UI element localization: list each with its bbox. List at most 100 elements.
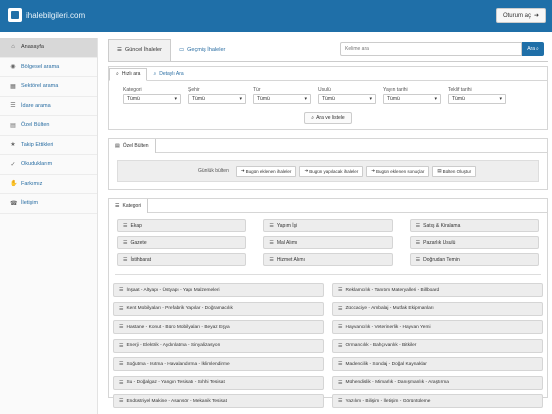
bulten-button-2[interactable]: ➜ Bugün eklenen sonuçlar: [366, 165, 430, 177]
tab-detailed-search[interactable]: ⌕ Detaylı Ara: [147, 67, 189, 80]
category-label: Hizmet Alımı: [276, 256, 305, 263]
phone-icon: ☎: [10, 200, 18, 207]
calendar-icon: ▤: [115, 142, 120, 149]
sidebar-item-0[interactable]: ⌂ Anasayfa: [0, 38, 97, 58]
logo-text: ihalebilgileri.com: [26, 10, 86, 20]
sector-item[interactable]: ☰ Reklamcılık - Tanıtım Materyalleri - Bi…: [332, 283, 543, 297]
filter-select[interactable]: Tümü ▾: [188, 94, 246, 104]
sidebar-item-5[interactable]: ★ Takip Ettikleri: [0, 136, 97, 155]
category-item[interactable]: ☰ Yapım İşi: [263, 219, 393, 232]
sector-item[interactable]: ☰ Enerji - Elektrik - Aydınlatma - Sinyal…: [113, 338, 324, 353]
bulten-button-3[interactable]: ▤ Bülten Oluştur: [432, 165, 477, 177]
sector-item[interactable]: ☰ Mühendislik - Mimarlık - Danışmanlık - …: [332, 375, 543, 390]
sector-item[interactable]: ☰ Züccaciye - Ambalaj - Mutfak Ekipmanlar…: [332, 301, 543, 316]
category-item[interactable]: ☰ Gazete: [117, 236, 247, 249]
sector-item[interactable]: ☰ Hastane - Konut - Büro Mobilyaları - Be…: [113, 320, 324, 334]
sector-item[interactable]: ☰ Soğutma - Isıtma - Havalandırma - İklim…: [113, 357, 324, 371]
tab-category[interactable]: ☰ Kategori: [109, 198, 149, 213]
filter-value: Tümü: [452, 96, 465, 102]
category-item[interactable]: ☰ Satış & Kiralama: [409, 219, 539, 232]
search-mode-tabs: ⌕ Hızlı ara ⌕ Detaylı Ara: [109, 67, 547, 81]
category-label: Gazete: [130, 239, 147, 246]
list-icon: ☰: [338, 305, 343, 312]
sidebar-item-7[interactable]: ✋ Farkımız: [0, 175, 97, 194]
sector-item[interactable]: ☰ Yazılım - Bilişim - İletişim - Görüntül…: [332, 394, 543, 408]
check-icon: ✓: [10, 161, 16, 168]
calendar-icon: ▤: [10, 122, 16, 129]
sector-label: Yazılım - Bilişim - İletişim - Görüntüle…: [345, 398, 431, 404]
tab-quick-search[interactable]: ⌕ Hızlı ara: [109, 67, 148, 81]
sector-item[interactable]: ☰ Kent Mobilyaları - Prefabrik Yapılar - …: [113, 301, 324, 316]
filter-select[interactable]: Tümü ▾: [448, 94, 506, 104]
grid-icon: ▦: [10, 83, 16, 90]
list-icon: ☰: [415, 222, 421, 229]
caret-down-icon: ▾: [369, 96, 372, 102]
list-icon: ☰: [338, 361, 343, 367]
category-label: Doğrudan Temin: [423, 256, 460, 263]
sector-label: İnşaat - Altyapı - Üstyapı - Yapı Malzem…: [126, 287, 220, 293]
filter-select[interactable]: Tümü ▾: [383, 94, 441, 104]
archive-icon: ▭: [178, 46, 185, 53]
sidebar-item-3[interactable]: ☰ İdare arama: [0, 97, 97, 116]
list-icon: ☰: [338, 379, 343, 386]
tab-label: Kategori: [122, 202, 142, 209]
sector-item[interactable]: ☰ Hayvancılık - Veterinerlik - Hayvan Yem…: [332, 320, 543, 334]
tab-bulten[interactable]: ▤ Özel Bülten: [109, 138, 156, 153]
sector-item[interactable]: ☰ Endüstriyel Makine - Asansör - Mekanik …: [113, 394, 324, 408]
sector-label: Madencilik - Sondaj - Doğal Kaynaklar: [345, 361, 427, 367]
category-label: Mal Alımı: [276, 239, 298, 246]
list-icon: ☰: [269, 222, 274, 229]
sidebar-item-1[interactable]: ◉ Bölgesel arama: [0, 58, 97, 77]
category-header: ☰ Kategori: [109, 198, 547, 213]
list-icon: ☰: [415, 239, 421, 246]
filter-value: Tümü: [322, 96, 335, 102]
list-icon: ☰: [269, 239, 274, 246]
list-icon: ☰: [117, 47, 122, 53]
sidebar-item-4[interactable]: ▤ Özel Bülten: [0, 116, 97, 136]
category-item[interactable]: ☰ Ekap: [117, 219, 247, 232]
login-label: Oturum aç: [502, 12, 531, 19]
sector-label: Reklamcılık - Tanıtım Materyalleri - Bil…: [345, 287, 440, 293]
search-button[interactable]: Ara ⌕: [522, 42, 544, 56]
filter-select[interactable]: Tümü ▾: [253, 94, 311, 104]
sector-item[interactable]: ☰ İnşaat - Altyapı - Üstyapı - Yapı Malze…: [113, 283, 324, 297]
sector-item[interactable]: ☰ Ormancılık - Bahçıvanlık - Bitkiler: [332, 338, 543, 353]
tab-current-tenders[interactable]: ☰ Güncel İhaleler: [108, 38, 171, 61]
filter-3: Usulü Tümü ▾: [318, 87, 376, 104]
main-tabs: ☰ Güncel İhaleler ▭ Geçmiş İhaleler Ara …: [108, 38, 548, 62]
map-marker-icon: ◉: [10, 64, 16, 71]
bulten-button-1[interactable]: ➜ Bugün yapılacak ihaleler: [299, 165, 364, 177]
login-button[interactable]: Oturum aç ➜: [495, 8, 546, 23]
sector-grid: ☰ İnşaat - Altyapı - Üstyapı - Yapı Malze…: [109, 275, 547, 408]
sector-item[interactable]: ☰ Su - Doğalgaz - Yangın Tesisatı - Sıhhi…: [113, 375, 324, 390]
sidebar-item-6[interactable]: ✓ Okuduklarım: [0, 155, 97, 175]
filter-label: Tür: [253, 87, 261, 93]
site-logo[interactable]: ihalebilgileri.com: [8, 8, 85, 22]
sidebar-item-8[interactable]: ☎ İletişim: [0, 194, 97, 214]
tab-label: Özel Bülten: [122, 142, 149, 149]
sign-in-icon: ➜: [240, 168, 245, 173]
filter-4: Yayın tarihi Tümü ▾: [383, 87, 441, 104]
bulten-button-0[interactable]: ➜ Bugün eklenen ihaleler: [235, 165, 297, 177]
category-item[interactable]: ☰ İstihbarat: [117, 253, 247, 266]
category-item[interactable]: ☰ Pazarlık Usulü: [409, 236, 539, 249]
sector-label: Mühendislik - Mimarlık - Danışmanlık - A…: [345, 380, 449, 385]
sector-item[interactable]: ☰ Madencilik - Sondaj - Doğal Kaynaklar: [332, 357, 543, 371]
tab-label: Hızlı ara: [121, 71, 141, 77]
main-content: ☰ Güncel İhaleler ▭ Geçmiş İhaleler Ara …: [108, 38, 548, 408]
bulten-button-label: Bugün yapılacak ihaleler: [309, 168, 359, 174]
category-item[interactable]: ☰ Hizmet Alımı: [263, 253, 393, 266]
sidebar-item-2[interactable]: ▦ Sektörel arama: [0, 77, 97, 97]
tab-past-tenders[interactable]: ▭ Geçmiş İhaleler: [171, 39, 233, 61]
filter-select[interactable]: Tümü ▾: [318, 94, 376, 104]
top-bar: ihalebilgileri.com Oturum aç ➜: [0, 0, 552, 32]
search-input[interactable]: [340, 42, 522, 56]
search-icon: ⌕: [116, 71, 119, 77]
list-icon: ☰: [119, 342, 124, 349]
filter-select[interactable]: Tümü ▾: [123, 94, 181, 104]
sign-in-icon: ➜: [371, 168, 376, 173]
search-and-list-button[interactable]: ⌕ Ara ve listele: [304, 112, 352, 124]
category-item[interactable]: ☰ Mal Alımı: [263, 236, 393, 249]
sector-label: Enerji - Elektrik - Aydınlatma - Sinyali…: [126, 343, 221, 348]
category-item[interactable]: ☰ Doğrudan Temin: [409, 253, 539, 266]
